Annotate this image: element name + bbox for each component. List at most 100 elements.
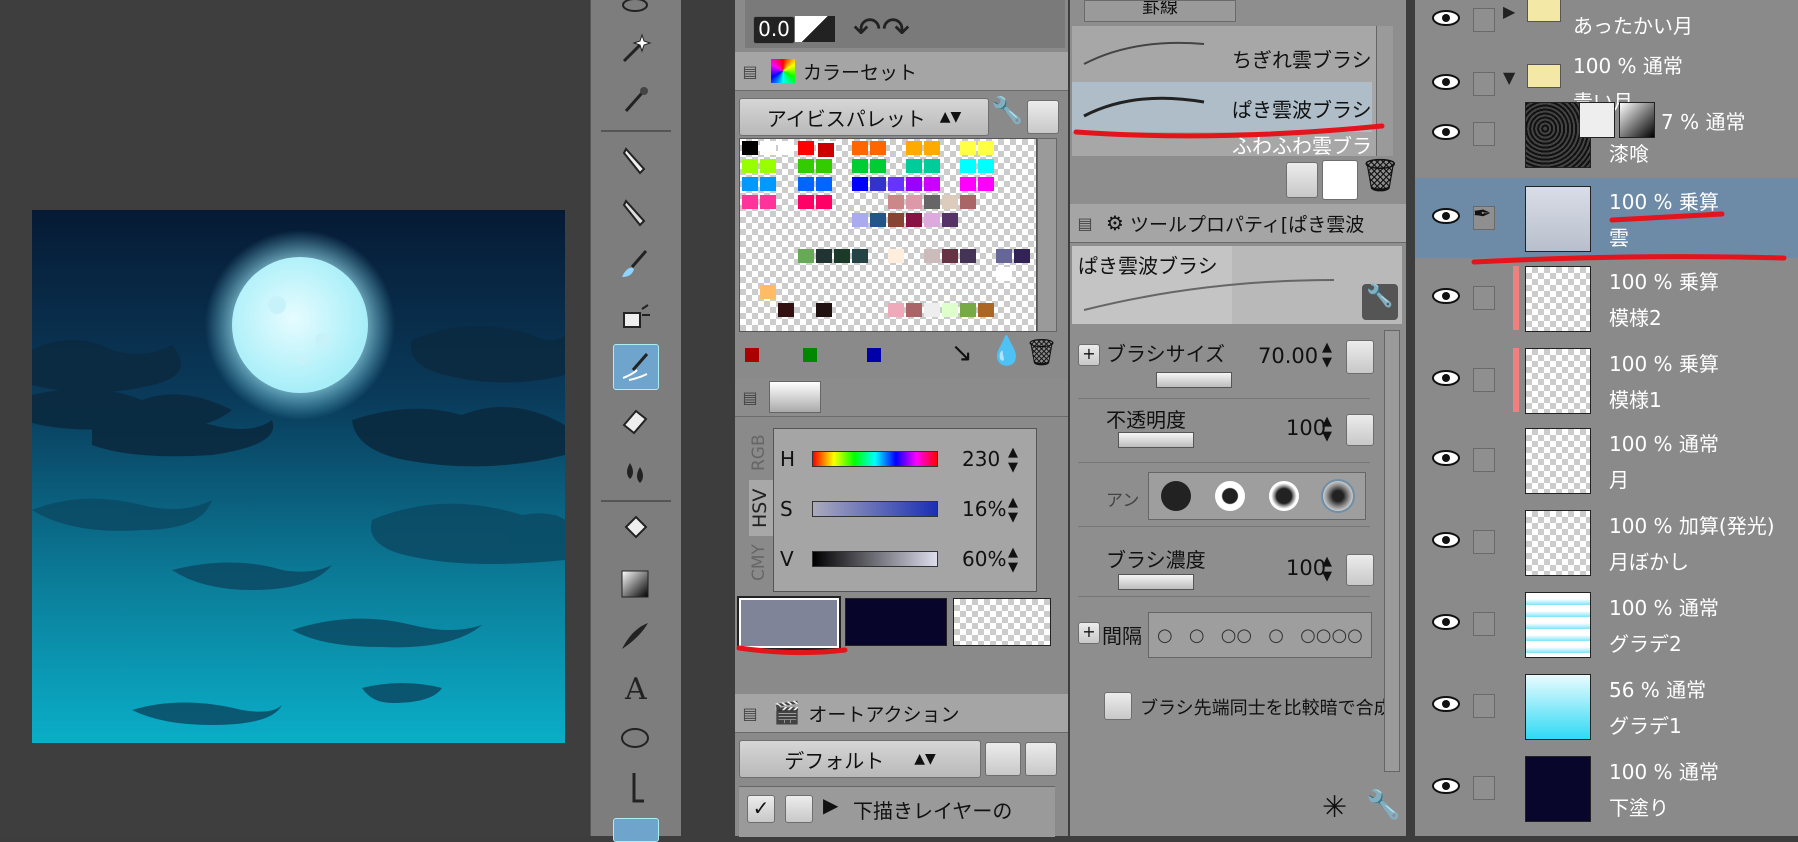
opacity-slider[interactable] — [1118, 432, 1194, 448]
ramp-icon[interactable] — [795, 16, 835, 42]
panel-menu-icon[interactable]: ▤ — [735, 52, 765, 90]
opacity-toggle[interactable] — [1346, 414, 1374, 446]
gradient-tool-icon[interactable] — [613, 562, 657, 606]
lock-toggle[interactable] — [1473, 530, 1495, 554]
decoration-tool-icon[interactable] — [613, 344, 659, 390]
brush-tool-icon[interactable] — [613, 242, 657, 286]
brush-item[interactable]: ちぎれ雲ブラシ — [1072, 30, 1372, 80]
density-stepper[interactable]: ▲ ▼ — [1322, 554, 1332, 584]
layer-row[interactable]: 100 % 通常 グラデ2 — [1415, 584, 1798, 664]
expand-arrow-icon[interactable]: ▶ — [823, 793, 838, 817]
saturation-slider[interactable] — [812, 501, 938, 517]
lock-toggle[interactable] — [1473, 8, 1495, 32]
tool-property-tab[interactable]: ▤ ⚙ ツールプロパティ[ぱき雲波 — [1070, 204, 1406, 243]
text-tool-icon[interactable]: A — [613, 664, 657, 708]
new-set-icon[interactable] — [985, 742, 1021, 776]
palette-settings-icon[interactable]: 🔧 — [991, 96, 1023, 134]
palette-select[interactable]: アイビスパレット ▲▼ — [739, 98, 989, 136]
brush-top-item[interactable]: 罫線 — [1084, 0, 1236, 22]
visibility-eye-icon[interactable] — [1431, 6, 1461, 30]
brush-density-slider[interactable] — [1118, 574, 1194, 590]
antialias-options[interactable] — [1148, 472, 1366, 520]
eraser-tool-icon[interactable] — [613, 398, 657, 442]
visibility-eye-icon[interactable] — [1431, 366, 1461, 390]
auto-action-item[interactable]: ✓ ▶ 下描きレイヤーの — [739, 786, 1055, 837]
sub-tool-detail-icon[interactable]: 🔧 — [1362, 284, 1398, 320]
lock-toggle[interactable] — [1473, 776, 1495, 800]
lock-toggle[interactable] — [1473, 72, 1495, 96]
lock-toggle[interactable] — [1473, 286, 1495, 310]
brush-size-slider[interactable] — [1156, 372, 1232, 388]
color-tool-icon[interactable] — [613, 818, 659, 842]
color-palette-grid[interactable] — [739, 138, 1037, 332]
interval-options[interactable]: ○ ○ ○○ ○ ○○○○ — [1148, 612, 1372, 658]
layer-row[interactable]: 56 % 通常 グラデ1 — [1415, 666, 1798, 746]
folder-toggle-icon[interactable]: ▶ — [1503, 2, 1515, 21]
delete-color-icon[interactable]: 🗑 — [1025, 338, 1058, 368]
dialog-toggle[interactable] — [785, 795, 813, 823]
settings-wrench-icon[interactable]: 🔧 — [1366, 788, 1401, 821]
canvas-area[interactable] — [0, 0, 590, 836]
lock-toggle[interactable] — [1473, 122, 1495, 146]
artwork-canvas[interactable] — [32, 210, 565, 743]
fill-tool-icon[interactable] — [613, 508, 657, 552]
airbrush-tool-icon[interactable] — [613, 294, 657, 338]
lock-toggle[interactable] — [1473, 448, 1495, 472]
add-action-icon[interactable] — [1025, 742, 1057, 776]
layer-row[interactable]: 100 % 通常 下塗り — [1415, 748, 1798, 828]
s-stepper[interactable]: ▲ ▼ — [1008, 495, 1018, 525]
visibility-eye-icon[interactable] — [1431, 528, 1461, 552]
line-correction-icon[interactable] — [613, 766, 657, 810]
lock-toggle[interactable] — [1473, 368, 1495, 392]
visibility-eye-icon[interactable] — [1431, 120, 1461, 144]
recent-color[interactable] — [745, 348, 759, 362]
color-slider-tab[interactable]: ▤ — [735, 378, 1068, 417]
blend-checkbox[interactable] — [1104, 692, 1132, 720]
h-stepper[interactable]: ▲ ▼ — [1008, 445, 1018, 475]
opacity-stepper[interactable]: ▲ ▼ — [1322, 414, 1332, 444]
pen-tool-icon[interactable] — [613, 138, 657, 182]
copy-brush-icon[interactable] — [1322, 160, 1358, 200]
visibility-eye-icon[interactable] — [1431, 446, 1461, 470]
color-set-tab[interactable]: ▤ カラーセット — [735, 52, 1068, 91]
palette-add-icon[interactable] — [1027, 100, 1059, 134]
brush-size-stepper[interactable]: ▲ ▼ — [1322, 340, 1332, 370]
folder-toggle-icon[interactable]: ▼ — [1503, 68, 1515, 87]
density-toggle[interactable] — [1346, 554, 1374, 586]
recent-color[interactable] — [803, 348, 817, 362]
figure-tool-icon[interactable] — [613, 614, 657, 658]
visibility-eye-icon[interactable] — [1431, 70, 1461, 94]
magic-wand-icon[interactable] — [613, 26, 657, 70]
v-stepper[interactable]: ▲ ▼ — [1008, 545, 1018, 575]
blend-tool-icon[interactable] — [613, 450, 657, 494]
visibility-eye-icon[interactable] — [1431, 204, 1461, 228]
eyedropper-icon[interactable] — [613, 78, 657, 122]
panel-menu-icon[interactable]: ▤ — [735, 378, 765, 416]
add-brush-icon[interactable] — [1286, 162, 1318, 198]
delete-brush-icon[interactable]: 🗑 — [1360, 156, 1401, 194]
undo-icon[interactable]: ↶↷ — [853, 10, 910, 50]
pressure-icon[interactable] — [1346, 340, 1374, 374]
checkbox-icon[interactable]: ✓ — [747, 795, 775, 823]
panel-menu-icon[interactable]: ▤ — [1070, 204, 1100, 242]
visibility-eye-icon[interactable] — [1431, 284, 1461, 308]
add-color-icon[interactable]: 💧 — [989, 334, 1024, 367]
replace-color-icon[interactable]: ↘ — [951, 338, 973, 368]
value-slider[interactable] — [812, 551, 938, 567]
visibility-eye-icon[interactable] — [1431, 774, 1461, 798]
layer-row[interactable]: 100 % 通常月 — [1415, 420, 1798, 500]
auto-action-tab[interactable]: ▤ 🎬 オートアクション — [735, 694, 1068, 733]
sub-color-swatch[interactable] — [845, 598, 947, 646]
layer-row[interactable]: 7 % 通常 漆喰 — [1415, 94, 1798, 174]
visibility-eye-icon[interactable] — [1431, 610, 1461, 634]
lock-toggle[interactable] — [1473, 612, 1495, 636]
pencil-tool-icon[interactable] — [613, 190, 657, 234]
transparent-color-swatch[interactable] — [953, 598, 1051, 646]
lock-toggle[interactable] — [1473, 694, 1495, 718]
layer-row[interactable]: 100 % 乗算 模様1 — [1415, 340, 1798, 420]
property-scrollbar[interactable] — [1384, 330, 1400, 772]
recent-color[interactable] — [867, 348, 881, 362]
palette-scrollbar[interactable] — [1037, 138, 1057, 332]
hue-slider[interactable] — [812, 451, 938, 467]
expand-icon[interactable]: + — [1078, 622, 1100, 644]
